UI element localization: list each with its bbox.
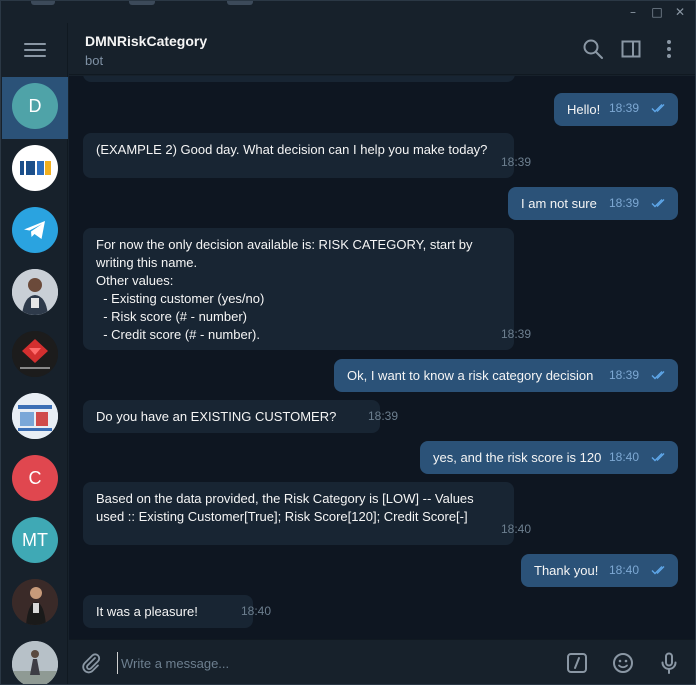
microphone-icon[interactable] <box>657 651 681 675</box>
message-time: 18:40 <box>501 522 532 536</box>
person-photo-icon <box>12 641 58 684</box>
message-text: yes, and the risk score is 120 <box>433 450 602 465</box>
person-photo-icon <box>12 579 58 625</box>
more-options-icon[interactable] <box>658 38 680 60</box>
message-time: 18:39 <box>368 409 399 423</box>
avatar-initials: MT <box>22 529 48 550</box>
chat-avatar-8[interactable]: MT <box>12 517 58 563</box>
attach-icon[interactable] <box>79 651 103 675</box>
message-bubble-partial <box>83 76 515 82</box>
avatar-initials: C <box>28 467 42 488</box>
chat-avatar-9[interactable] <box>12 579 58 625</box>
badge-logo-icon <box>12 393 58 439</box>
outgoing-message[interactable]: Thank you! 18:40 <box>521 554 678 587</box>
message-time: 18:40 <box>609 563 640 577</box>
close-button[interactable]: ✕ <box>671 4 689 20</box>
message-text: Hello! <box>567 102 601 117</box>
chat-avatar-5[interactable] <box>12 331 58 377</box>
message-input-bar <box>69 639 695 684</box>
chat-avatar-6[interactable] <box>12 393 58 439</box>
outgoing-message[interactable]: Hello! 18:39 <box>554 93 678 126</box>
read-receipt-icon <box>651 371 665 380</box>
message-time: 18:39 <box>501 327 532 341</box>
message-time: 18:39 <box>609 368 640 382</box>
menu-icon[interactable] <box>24 43 46 59</box>
incoming-message[interactable]: (EXAMPLE 2) Good day. What decision can … <box>83 133 531 178</box>
taskbar-fragment <box>227 1 253 5</box>
red-logo-icon <box>12 331 58 377</box>
title-bar: – □ ✕ <box>1 1 695 23</box>
message-time: 18:39 <box>609 196 640 210</box>
taskbar-fragment <box>129 1 155 5</box>
outgoing-message[interactable]: yes, and the risk score is 120 18:40 <box>420 441 678 474</box>
incoming-message[interactable]: Do you have an EXISTING CUSTOMER? 18:39 <box>83 400 398 433</box>
avatar-initials: D <box>28 95 42 116</box>
chat-avatar-2[interactable] <box>12 145 58 191</box>
emoji-icon[interactable] <box>611 651 635 675</box>
search-icon[interactable] <box>582 38 604 60</box>
incoming-message[interactable]: It was a pleasure! 18:40 <box>83 595 271 628</box>
telegram-icon <box>24 221 45 239</box>
bot-commands-icon[interactable] <box>565 651 589 675</box>
maximize-button[interactable]: □ <box>648 4 666 20</box>
minimize-button[interactable]: – <box>624 4 642 20</box>
message-time: 18:40 <box>241 604 272 618</box>
chat-title[interactable]: DMNRiskCategory <box>85 33 207 49</box>
message-text: Based on the data provided, the Risk Cat… <box>96 491 474 524</box>
message-time: 18:40 <box>609 450 640 464</box>
read-receipt-icon <box>651 566 665 575</box>
taskbar-fragment <box>31 1 55 5</box>
chat-avatar-3[interactable] <box>12 207 58 253</box>
message-input[interactable] <box>117 652 557 674</box>
telegram-window: – □ ✕ N DCMT DMNRiskCategory bot Hello!1… <box>0 0 696 685</box>
chat-avatar-4[interactable] <box>12 269 58 315</box>
message-text: It was a pleasure! <box>96 604 198 619</box>
message-text: I am not sure <box>521 196 597 211</box>
sidebar-toggle-icon[interactable] <box>620 38 642 60</box>
read-receipt-icon <box>651 199 665 208</box>
logo-icon <box>20 161 51 175</box>
message-text: (EXAMPLE 2) Good day. What decision can … <box>96 142 488 157</box>
outgoing-message[interactable]: Ok, I want to know a risk category decis… <box>334 359 678 392</box>
chat-avatar-1[interactable]: D <box>12 83 58 129</box>
incoming-message[interactable]: Based on the data provided, the Risk Cat… <box>83 482 531 545</box>
chat-header: DMNRiskCategory bot <box>69 23 695 75</box>
message-text: Do you have an EXISTING CUSTOMER? <box>96 409 337 424</box>
outgoing-message[interactable]: I am not sure 18:39 <box>508 187 678 220</box>
chat-avatar-7[interactable]: C <box>12 455 58 501</box>
read-receipt-icon <box>651 453 665 462</box>
message-time: 18:39 <box>609 101 640 115</box>
message-area[interactable]: Hello! 18:39 (EXAMPLE 2) Good day. What de… <box>69 76 689 639</box>
chat-list-sidebar: D C MT <box>2 23 68 684</box>
message-text: For now the only decision available is: … <box>96 237 473 342</box>
read-receipt-icon <box>651 104 665 113</box>
message-text: Ok, I want to know a risk category decis… <box>347 368 594 383</box>
message-text: Thank you! <box>534 563 599 578</box>
scrollbar[interactable] <box>689 76 695 639</box>
message-time: 18:39 <box>501 155 532 169</box>
chat-subtitle: bot <box>85 53 104 68</box>
chat-avatar-10[interactable] <box>12 641 58 684</box>
incoming-message[interactable]: For now the only decision available is: … <box>83 228 531 350</box>
person-photo-icon <box>12 269 58 315</box>
